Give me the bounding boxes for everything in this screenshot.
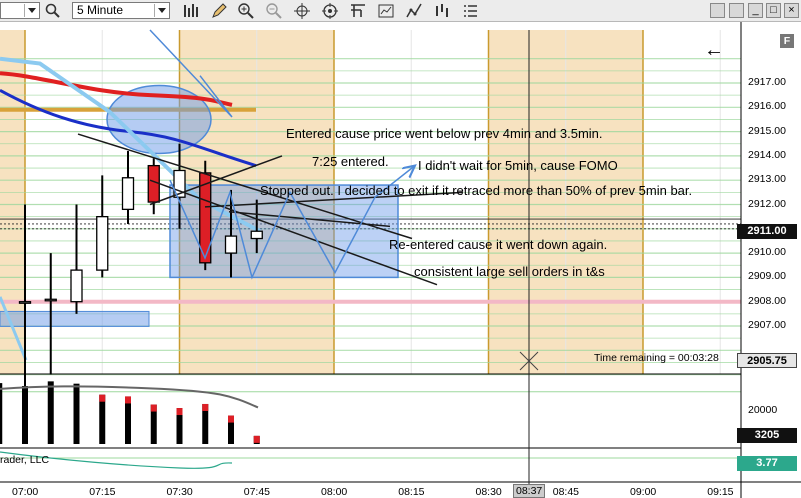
panel-link-button[interactable] xyxy=(729,3,744,18)
volume-bar-delta xyxy=(202,403,209,411)
list-icon[interactable] xyxy=(461,2,479,20)
price-tick-label: 2916.00 xyxy=(748,100,786,113)
zoom-out-icon[interactable] xyxy=(265,2,283,20)
minimize-button[interactable]: _ xyxy=(748,3,763,18)
price-tick-label: 2913.00 xyxy=(748,173,786,186)
search-icon[interactable] xyxy=(44,2,62,20)
highlight-rect-left xyxy=(0,310,150,327)
price-tick-label: 2909.00 xyxy=(748,270,786,283)
time-tick-label: 07:30 xyxy=(166,486,193,498)
candle-body xyxy=(96,215,109,271)
target-icon[interactable] xyxy=(321,2,339,20)
time-tick-label: 08:45 xyxy=(552,486,580,498)
indicator-badge: 3.77 xyxy=(737,456,797,471)
volume-panel xyxy=(0,381,741,444)
volume-bar xyxy=(22,386,28,444)
bar-style-icon[interactable] xyxy=(182,2,200,20)
time-tick-label: 08:30 xyxy=(475,486,502,498)
close-button[interactable]: × xyxy=(784,3,799,18)
current-price-badge: 2911.00 xyxy=(737,224,797,239)
annotation-stopped-out: Stopped out. I decided to exit if it ret… xyxy=(260,183,693,198)
maximize-button[interactable]: □ xyxy=(766,3,781,18)
volume-bar-delta xyxy=(176,408,183,416)
data-box-icon[interactable] xyxy=(349,2,367,20)
volume-bar xyxy=(99,394,106,444)
candle-body xyxy=(44,298,57,302)
chevron-down-icon xyxy=(154,4,168,17)
time-tick-label: 07:15 xyxy=(89,486,116,498)
panel-f-label[interactable]: F xyxy=(780,34,794,48)
time-tick-label: 07:00 xyxy=(12,486,39,498)
toolbar: 5 Minute _ □ × xyxy=(0,0,801,22)
pencil-icon[interactable] xyxy=(210,2,228,20)
back-arrow-icon[interactable]: ← xyxy=(704,40,724,60)
strategies-icon[interactable] xyxy=(433,2,451,20)
panel-layout-button[interactable] xyxy=(710,3,725,18)
price-tick-label: 2917.00 xyxy=(748,76,786,88)
volume-bar-delta xyxy=(99,394,106,402)
volume-bar-delta xyxy=(228,415,234,423)
price-tick-label: 2915.00 xyxy=(748,124,786,137)
price-tick-label: 2914.00 xyxy=(748,148,786,161)
volume-bar-delta xyxy=(253,435,260,443)
candle-body xyxy=(224,235,238,254)
annotation-fomo: I didn't wait for 5min, cause FOMO xyxy=(418,158,618,173)
price-tick-label: 2910.00 xyxy=(748,246,786,259)
crosshair-icon[interactable] xyxy=(293,2,311,20)
zoom-in-icon[interactable] xyxy=(237,2,255,20)
candle-body xyxy=(147,164,160,203)
chevron-down-icon xyxy=(24,4,38,17)
time-tick-label: 09:15 xyxy=(707,486,734,498)
candle-body xyxy=(250,230,263,240)
volume-bar-delta xyxy=(125,396,131,404)
volume-tick-label: 20000 xyxy=(748,404,778,416)
last-price-badge: 2905.75 xyxy=(737,353,797,368)
crosshair-time-label: 08:37 xyxy=(513,484,546,498)
time-tick-label: 08:00 xyxy=(321,486,348,498)
indicator-label: rader, LLC xyxy=(0,454,50,466)
interval-select[interactable]: 5 Minute xyxy=(72,2,170,19)
volume-bar xyxy=(47,381,54,444)
chart-properties-icon[interactable] xyxy=(377,2,395,20)
indicators-icon[interactable] xyxy=(405,2,423,20)
volume-bar-delta xyxy=(150,404,157,412)
candle-body xyxy=(70,269,83,303)
candle-body xyxy=(121,177,135,211)
volume-badge: 3205 xyxy=(737,428,797,443)
instrument-select[interactable] xyxy=(0,2,40,19)
time-remaining-label: Time remaining = 00:03:28 xyxy=(594,352,719,364)
chart-canvas[interactable] xyxy=(0,22,801,498)
volume-bar xyxy=(73,383,80,444)
annotation-725-entered: 7:25 entered. xyxy=(312,154,389,169)
annotation-entered: Entered cause price went below prev 4min… xyxy=(286,126,603,141)
volume-bar xyxy=(125,396,131,444)
price-tick-label: 2907.00 xyxy=(748,319,786,331)
price-tick-label: 2908.00 xyxy=(748,294,786,307)
time-tick-label: 09:00 xyxy=(630,486,657,498)
indicator-panel xyxy=(0,451,741,469)
candle-body xyxy=(18,301,32,304)
time-tick-label: 07:45 xyxy=(243,486,271,498)
price-tick-label: 2912.00 xyxy=(748,197,786,210)
interval-value: 5 Minute xyxy=(77,3,124,17)
annotation-reentered: Re-entered cause it went down again. xyxy=(389,237,608,252)
volume-bar xyxy=(0,383,3,444)
annotation-sell-orders: consistent large sell orders in t&s xyxy=(414,264,605,279)
time-tick-label: 08:15 xyxy=(398,486,425,498)
